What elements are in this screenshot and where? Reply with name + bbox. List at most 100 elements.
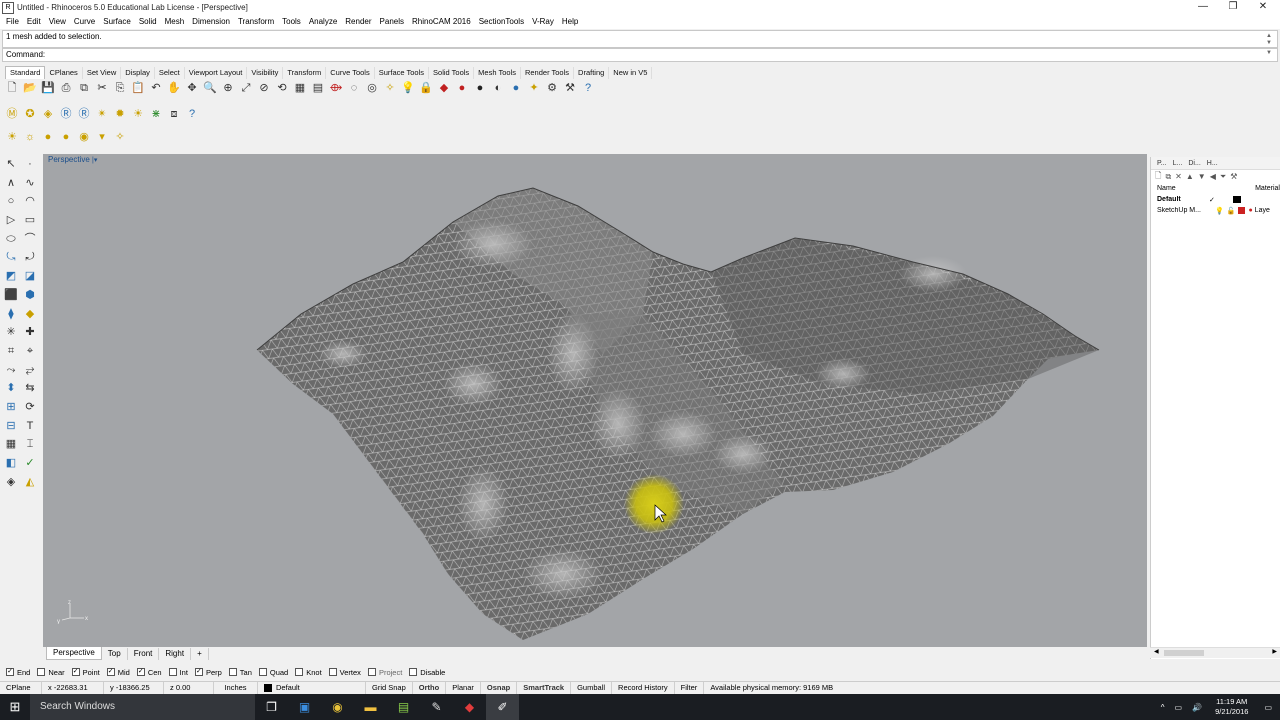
status-filter[interactable]: Filter bbox=[675, 682, 705, 694]
rhino-taskbar-icon[interactable]: ✐ bbox=[486, 694, 519, 720]
surface-icon[interactable]: ◩ bbox=[2, 267, 20, 285]
select-icon[interactable]: ◌ bbox=[346, 80, 362, 96]
osnap-quad-checkbox[interactable] bbox=[258, 668, 267, 676]
osnap-near[interactable]: Near bbox=[37, 668, 65, 677]
osnap-project[interactable]: Project bbox=[367, 668, 402, 677]
tab-transform[interactable]: Transform bbox=[283, 66, 327, 79]
status-smarttrack[interactable]: SmartTrack bbox=[517, 682, 572, 694]
vray-frame-buffer-icon[interactable]: ◈ bbox=[40, 106, 56, 122]
render-icon[interactable]: ● bbox=[508, 80, 524, 96]
move-up-icon[interactable]: ▲ bbox=[1186, 172, 1194, 181]
cut-icon[interactable]: ✂ bbox=[94, 80, 110, 96]
vray-help-icon[interactable]: ? bbox=[184, 106, 200, 122]
scale-icon[interactable]: ⊞ bbox=[2, 398, 20, 416]
zoom-extents-icon[interactable]: ⤢ bbox=[238, 80, 254, 96]
tab-select[interactable]: Select bbox=[155, 66, 185, 79]
paste-icon[interactable]: 📋 bbox=[130, 80, 146, 96]
layers-horizontal-scrollbar[interactable]: ◀ ▶ bbox=[1150, 647, 1280, 658]
menu-rhinocam[interactable]: RhinoCAM 2016 bbox=[408, 15, 475, 29]
status-record-history[interactable]: Record History bbox=[612, 682, 675, 694]
color-wheel-icon[interactable]: ● bbox=[454, 80, 470, 96]
tab-render-tools[interactable]: Render Tools bbox=[521, 66, 575, 79]
tab-cplanes[interactable]: CPlanes bbox=[45, 66, 83, 79]
cylinder-icon[interactable]: ⬢ bbox=[21, 286, 39, 304]
status-gumball[interactable]: Gumball bbox=[571, 682, 613, 694]
menu-curve[interactable]: Curve bbox=[70, 15, 99, 29]
vray-rt-icon[interactable]: Ⓡ bbox=[76, 106, 92, 122]
menu-dimension[interactable]: Dimension bbox=[188, 15, 234, 29]
mirror-icon[interactable]: ⇆ bbox=[21, 379, 39, 397]
tray-chevron-icon[interactable]: ^ bbox=[1156, 703, 1170, 712]
grid-icon[interactable]: ▤ bbox=[310, 80, 326, 96]
osnap-cen[interactable]: ✓ Cen bbox=[136, 668, 162, 677]
rotate-view-icon[interactable]: ✥ bbox=[184, 80, 200, 96]
osnap-quad[interactable]: Quad bbox=[258, 668, 288, 677]
vray-light-icon[interactable]: ✴ bbox=[94, 106, 110, 122]
rotate-icon[interactable]: ⟳ bbox=[21, 398, 39, 416]
viewport-tab-perspective[interactable]: Perspective bbox=[46, 647, 102, 660]
menu-render[interactable]: Render bbox=[341, 15, 375, 29]
box-icon[interactable]: ⬛ bbox=[2, 286, 20, 304]
move-left-icon[interactable]: ◀ bbox=[1210, 172, 1216, 181]
tab-surface-tools[interactable]: Surface Tools bbox=[375, 66, 430, 79]
osnap-mid[interactable]: ✓ Mid bbox=[106, 668, 130, 677]
viewport-tab-front[interactable]: Front bbox=[128, 647, 160, 660]
osnap-point[interactable]: ✓ Point bbox=[71, 668, 100, 677]
undo-view-icon[interactable]: ⟲ bbox=[274, 80, 290, 96]
command-line[interactable]: Command: ▼ bbox=[2, 48, 1278, 62]
zoom-selected-icon[interactable]: ⊘ bbox=[256, 80, 272, 96]
panel-tab-layers[interactable]: L... bbox=[1170, 160, 1186, 167]
help-icon[interactable]: ? bbox=[580, 80, 596, 96]
history-scroll-up[interactable]: ▲ bbox=[1266, 33, 1274, 39]
layer-color-swatch[interactable] bbox=[1233, 196, 1241, 203]
cplane-icon[interactable]: ⟴ bbox=[328, 80, 344, 96]
rect-light-icon[interactable]: ✧ bbox=[112, 129, 128, 145]
options-gear-icon[interactable]: ⚙ bbox=[544, 80, 560, 96]
app-icon[interactable]: ▤ bbox=[387, 694, 420, 720]
menu-vray[interactable]: V-Ray bbox=[528, 15, 558, 29]
osnap-int[interactable]: Int bbox=[168, 668, 188, 677]
status-planar[interactable]: Planar bbox=[446, 682, 481, 694]
triangle-icon[interactable]: ▷ bbox=[2, 211, 20, 229]
osnap-vertex[interactable]: Vertex bbox=[328, 668, 361, 677]
vray-sun-icon[interactable]: ☀ bbox=[130, 106, 146, 122]
move-down-icon[interactable]: ▼ bbox=[1198, 172, 1206, 181]
render-mesh-icon[interactable]: ◭ bbox=[21, 473, 39, 491]
history-scroll-down[interactable]: ▼ bbox=[1266, 40, 1274, 46]
import-icon[interactable]: ⧉ bbox=[76, 80, 92, 96]
join-icon[interactable]: ✚ bbox=[21, 323, 39, 341]
menu-solid[interactable]: Solid bbox=[135, 15, 161, 29]
circle-icon[interactable]: ○ bbox=[2, 192, 20, 210]
viewport-tab-top[interactable]: Top bbox=[102, 647, 128, 660]
menu-tools[interactable]: Tools bbox=[278, 15, 305, 29]
osnap-perp[interactable]: ✓ Perp bbox=[194, 668, 222, 677]
menu-analyze[interactable]: Analyze bbox=[305, 15, 341, 29]
volume-icon[interactable]: 🔊 bbox=[1187, 703, 1207, 712]
explode-icon[interactable]: ✳ bbox=[2, 323, 20, 341]
perspective-viewport[interactable] bbox=[43, 154, 1147, 647]
tab-viewport-layout[interactable]: Viewport Layout bbox=[185, 66, 248, 79]
osnap-disable-checkbox[interactable] bbox=[409, 668, 418, 676]
point-light-icon[interactable]: ● bbox=[40, 129, 56, 145]
scrollbar-thumb[interactable] bbox=[1164, 650, 1204, 656]
rhinocam-icon[interactable]: ✎ bbox=[420, 694, 453, 720]
point-icon[interactable]: · bbox=[21, 155, 39, 173]
osnap-disable[interactable]: Disable bbox=[409, 668, 445, 677]
panel-tab-properties[interactable]: P... bbox=[1154, 160, 1170, 167]
close-button[interactable]: ✕ bbox=[1248, 0, 1278, 15]
padlock-icon[interactable]: 🔒 bbox=[418, 80, 434, 96]
sun-icon[interactable]: ☼ bbox=[22, 129, 38, 145]
sketchup-icon[interactable]: ◆ bbox=[453, 694, 486, 720]
check-icon[interactable]: ✓ bbox=[21, 454, 39, 472]
windows-start-icon[interactable]: ⊞ bbox=[0, 694, 30, 720]
panel-tab-display[interactable]: Di... bbox=[1185, 160, 1203, 167]
layer-current-check[interactable]: ✓ bbox=[1209, 196, 1219, 204]
scroll-left-icon[interactable]: ◀ bbox=[1154, 648, 1159, 655]
select-arrow-icon[interactable]: ↖ bbox=[2, 155, 20, 173]
ie-icon[interactable]: ▣ bbox=[288, 694, 321, 720]
tab-drafting[interactable]: Drafting bbox=[574, 66, 610, 79]
menu-view[interactable]: View bbox=[45, 15, 70, 29]
extrude-icon[interactable]: ⧫ bbox=[2, 305, 20, 323]
new-layer-icon[interactable]: 🗋 bbox=[1155, 170, 1161, 184]
status-layer[interactable]: Default bbox=[258, 682, 366, 694]
